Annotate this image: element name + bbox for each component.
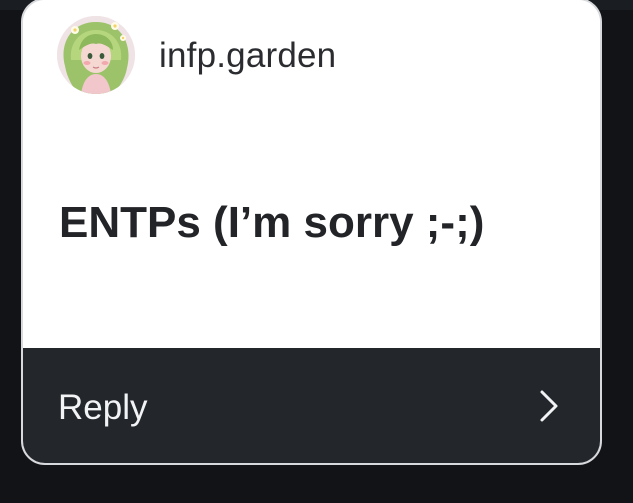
- reply-label: Reply: [58, 388, 148, 427]
- username[interactable]: infp.garden: [159, 36, 336, 76]
- avatar-illustration-icon: [57, 16, 135, 94]
- avatar[interactable]: [57, 16, 135, 94]
- reply-button[interactable]: Reply: [23, 348, 600, 463]
- chevron-right-icon: [540, 390, 558, 422]
- post-card: infp.garden ENTPs (I’m sorry ;-;) Reply: [21, 0, 602, 465]
- post-body: infp.garden ENTPs (I’m sorry ;-;): [23, 0, 600, 348]
- post-text: ENTPs (I’m sorry ;-;): [59, 198, 485, 247]
